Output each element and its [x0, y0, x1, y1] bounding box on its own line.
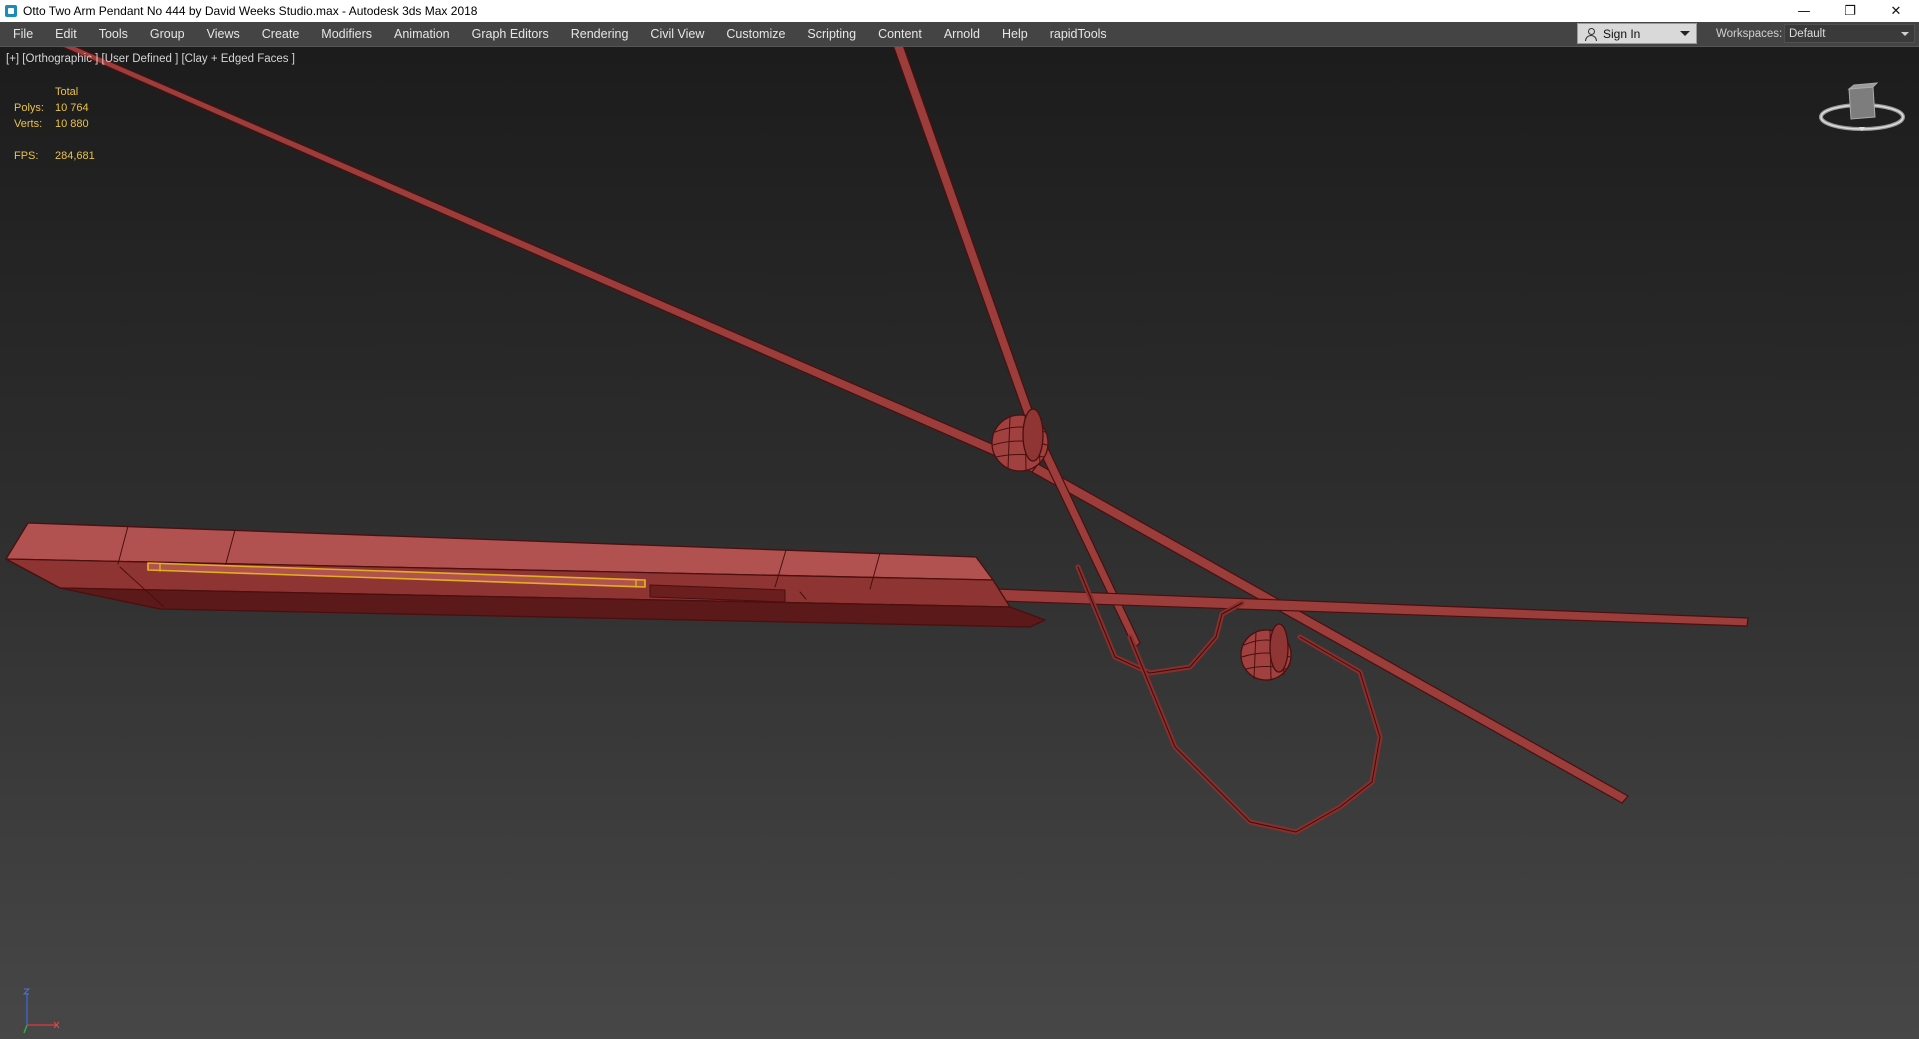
- menu-help[interactable]: Help: [991, 22, 1039, 46]
- minimize-icon[interactable]: —: [1781, 0, 1827, 22]
- verts-value: 10 880: [55, 118, 89, 130]
- menu-customize[interactable]: Customize: [715, 22, 796, 46]
- menu-content[interactable]: Content: [867, 22, 933, 46]
- verts-label: Verts:: [14, 118, 43, 130]
- polys-label: Polys:: [14, 102, 44, 114]
- statistics-overlay: Total Polys: 10 764 Verts: 10 880 FPS: 284,…: [14, 84, 95, 164]
- polys-value: 10 764: [55, 102, 89, 114]
- workspaces-label: Workspaces:: [1716, 28, 1783, 40]
- workspaces-value: Default: [1789, 28, 1826, 40]
- workspaces-dropdown[interactable]: Default: [1784, 24, 1915, 43]
- hub-lower: [1240, 623, 1292, 681]
- menu-rendering[interactable]: Rendering: [560, 22, 640, 46]
- chevron-down-icon: [1901, 32, 1909, 36]
- scene-geometry[interactable]: [0, 47, 1919, 1039]
- window-controls: — ❐ ✕: [1781, 0, 1919, 22]
- menu-scripting[interactable]: Scripting: [796, 22, 867, 46]
- 3ds-max-icon: [5, 5, 17, 17]
- menu-rapidtools[interactable]: rapidTools: [1039, 22, 1118, 46]
- menu-animation[interactable]: Animation: [383, 22, 461, 46]
- rod-upper-left-far: [1031, 463, 1629, 804]
- fps-value: 284,681: [55, 150, 95, 162]
- sign-in-label: Sign In: [1603, 26, 1641, 41]
- viewcube-icon[interactable]: [1817, 77, 1907, 137]
- viewport-perspective[interactable]: [+] [Orthographic ] [User Defined ] [Cla…: [0, 47, 1919, 1039]
- menu-modifiers[interactable]: Modifiers: [310, 22, 383, 46]
- menu-edit[interactable]: Edit: [44, 22, 88, 46]
- menu-graph-editors[interactable]: Graph Editors: [461, 22, 560, 46]
- menu-views[interactable]: Views: [196, 22, 251, 46]
- stats-header: Total: [55, 86, 79, 98]
- close-icon[interactable]: ✕: [1873, 0, 1919, 22]
- hub-upper: [991, 408, 1049, 472]
- user-icon: [1584, 27, 1598, 41]
- restore-icon[interactable]: ❐: [1827, 0, 1873, 22]
- fps-label: FPS:: [14, 150, 39, 162]
- title-bar: Otto Two Arm Pendant No 444 by David Wee…: [0, 0, 1919, 22]
- chevron-down-icon[interactable]: [1680, 31, 1690, 36]
- viewport-label[interactable]: [+] [Orthographic ] [User Defined ] [Cla…: [6, 53, 295, 65]
- menu-arnold[interactable]: Arnold: [933, 22, 991, 46]
- axis-tripod-icon: [22, 988, 60, 1034]
- menu-tools[interactable]: Tools: [88, 22, 139, 46]
- menu-file[interactable]: File: [0, 22, 44, 46]
- menu-create[interactable]: Create: [251, 22, 311, 46]
- menu-civil-view[interactable]: Civil View: [639, 22, 715, 46]
- rod-upper-left: [61, 47, 1039, 473]
- sign-in-button[interactable]: Sign In: [1577, 23, 1697, 44]
- window-title: Otto Two Arm Pendant No 444 by David Wee…: [23, 4, 478, 18]
- menu-group[interactable]: Group: [139, 22, 196, 46]
